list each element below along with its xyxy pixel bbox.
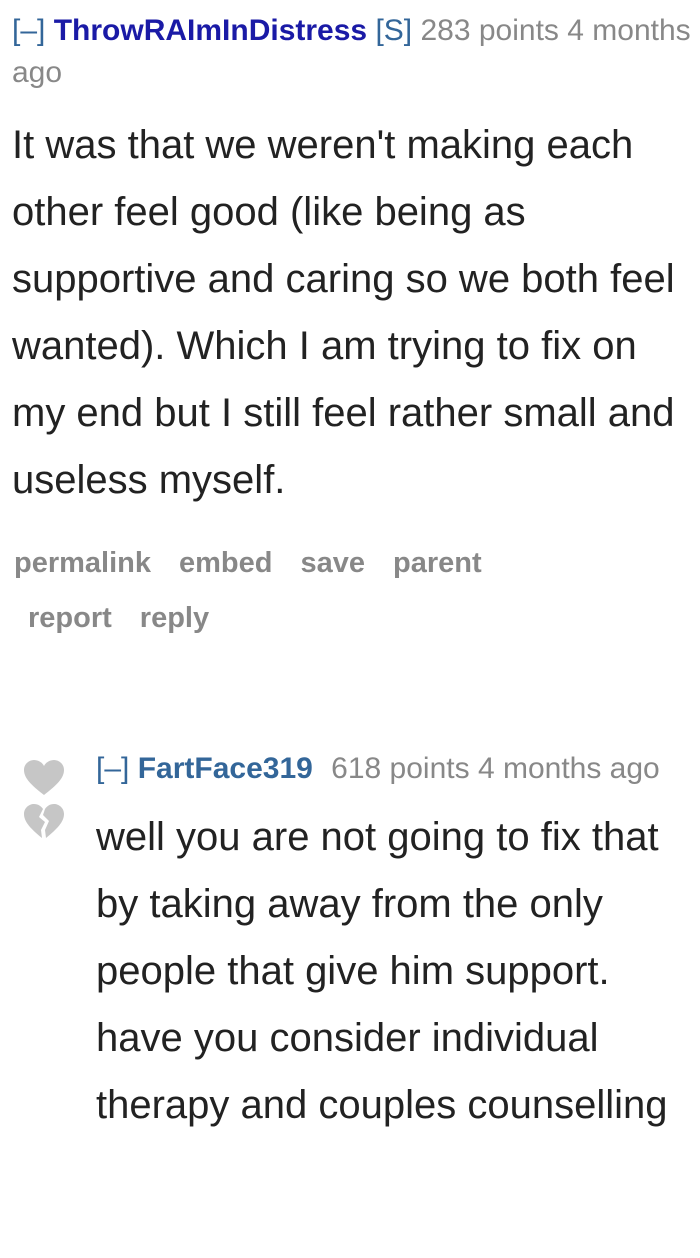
parent-button[interactable]: parent — [393, 536, 482, 591]
comment-buttons: permalink embed save parent report reply — [12, 536, 696, 646]
embed-button[interactable]: embed — [179, 536, 272, 591]
comment-tagline: [–] ThrowRAImInDistress [S] 283 points 4… — [12, 10, 696, 94]
reply-button[interactable]: reply — [140, 591, 209, 646]
collapse-toggle[interactable]: [–] — [12, 14, 45, 47]
vote-arrows — [22, 758, 70, 842]
report-button[interactable]: report — [14, 591, 112, 646]
comment-fartface319: [–] FartFace319 618 points 4 months ago … — [20, 748, 696, 1139]
author-link[interactable]: FartFace319 — [138, 752, 313, 785]
save-button[interactable]: save — [300, 536, 365, 591]
upvote-heart-icon[interactable] — [22, 758, 66, 798]
comment-body: It was that we weren't making each other… — [12, 123, 675, 502]
score: 618 points — [331, 752, 470, 785]
submitter-badge[interactable]: [S] — [375, 14, 412, 47]
downvote-broken-heart-icon[interactable] — [22, 802, 66, 842]
comment-throwraimindistress: [–] ThrowRAImInDistress [S] 283 points 4… — [12, 10, 696, 646]
collapse-toggle[interactable]: [–] — [96, 752, 129, 785]
score: 283 points — [420, 14, 559, 47]
author-link[interactable]: ThrowRAImInDistress — [54, 14, 367, 47]
permalink-button[interactable]: permalink — [14, 536, 151, 591]
comment-body: well you are not going to fix that by ta… — [96, 815, 668, 1127]
timestamp: 4 months ago — [477, 752, 660, 785]
comment-entry: [–] FartFace319 618 points 4 months ago … — [96, 748, 696, 1139]
comment-tagline: [–] FartFace319 618 points 4 months ago — [96, 748, 696, 790]
